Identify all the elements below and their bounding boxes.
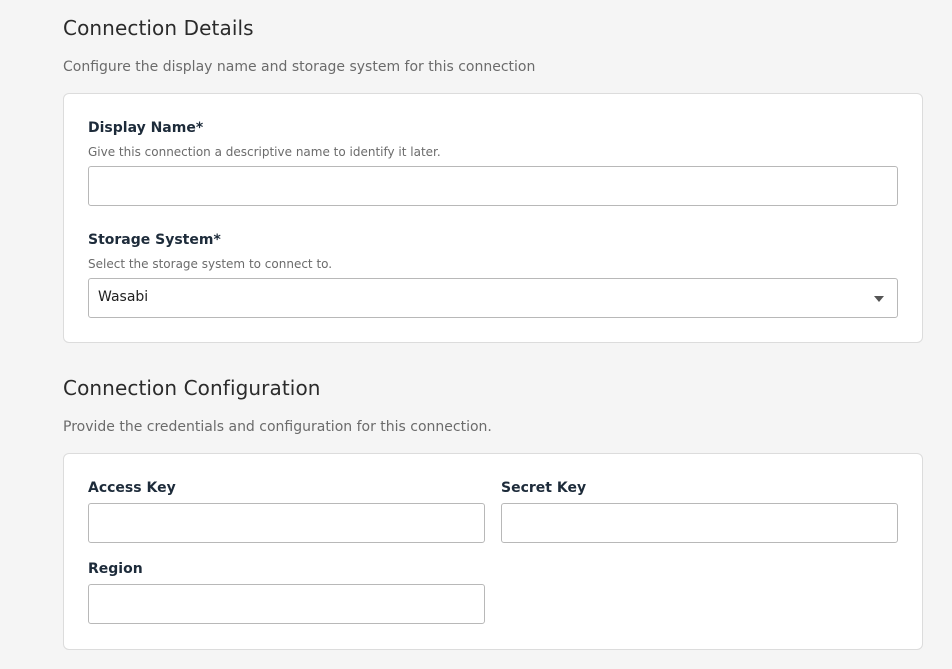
region-label: Region <box>88 561 143 577</box>
storage-system-select[interactable]: Wasabi <box>88 278 898 318</box>
chevron-down-icon <box>874 296 884 302</box>
connection-configuration-description: Provide the credentials and configuratio… <box>63 419 492 435</box>
connection-configuration-title: Connection Configuration <box>63 376 321 400</box>
storage-system-selected-value: Wasabi <box>98 289 149 305</box>
storage-system-hint: Select the storage system to connect to. <box>88 257 333 271</box>
access-key-label: Access Key <box>88 480 176 496</box>
connection-details-description: Configure the display name and storage s… <box>63 59 536 75</box>
connection-form-page: Connection Details Configure the display… <box>0 0 952 669</box>
display-name-input[interactable] <box>88 166 898 206</box>
connection-configuration-card: Access Key Secret Key Region <box>63 453 923 650</box>
storage-system-label: Storage System* <box>88 232 221 248</box>
connection-details-card: Display Name* Give this connection a des… <box>63 93 923 343</box>
access-key-input[interactable] <box>88 503 485 543</box>
secret-key-input[interactable] <box>501 503 898 543</box>
connection-details-title: Connection Details <box>63 16 254 40</box>
secret-key-label: Secret Key <box>501 480 587 496</box>
display-name-label: Display Name* <box>88 120 204 136</box>
display-name-hint: Give this connection a descriptive name … <box>88 145 441 159</box>
region-input[interactable] <box>88 584 485 624</box>
